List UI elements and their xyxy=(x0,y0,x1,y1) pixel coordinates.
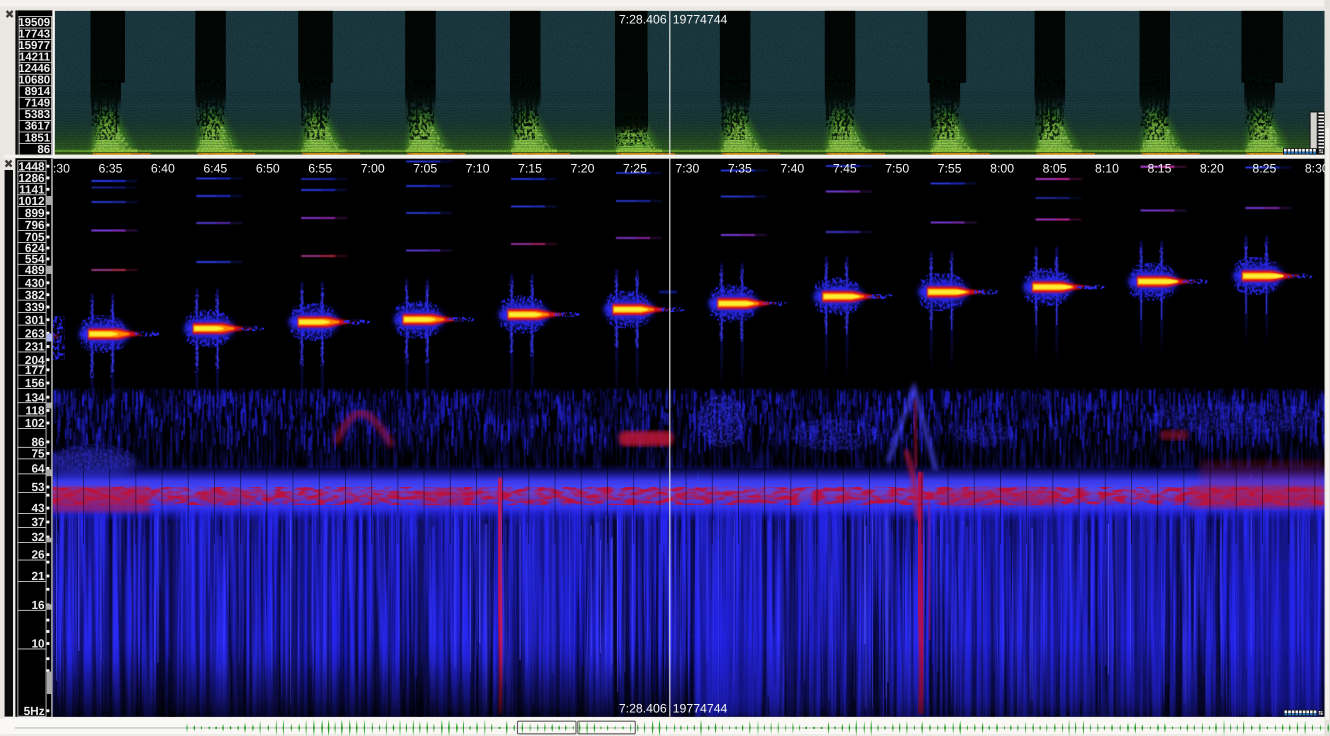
svg-text:301: 301 xyxy=(25,313,45,327)
svg-text:37: 37 xyxy=(31,515,45,529)
svg-text:53: 53 xyxy=(31,480,45,494)
svg-text:7:20: 7:20 xyxy=(571,162,595,176)
svg-text:7:10: 7:10 xyxy=(466,162,490,176)
svg-text:7:55: 7:55 xyxy=(938,162,962,176)
svg-text:6:55: 6:55 xyxy=(308,162,332,176)
svg-text:19774744: 19774744 xyxy=(673,12,728,26)
svg-text:15977: 15977 xyxy=(18,40,50,52)
svg-text:231: 231 xyxy=(25,340,45,354)
svg-text:7:00: 7:00 xyxy=(361,162,385,176)
svg-text:177: 177 xyxy=(25,363,45,377)
svg-text:5Hz: 5Hz xyxy=(24,704,45,718)
svg-text:21: 21 xyxy=(31,569,45,583)
svg-text:14211: 14211 xyxy=(19,51,51,63)
svg-text:6:35: 6:35 xyxy=(99,162,123,176)
svg-text:17743: 17743 xyxy=(18,28,50,40)
svg-text:8914: 8914 xyxy=(25,86,51,98)
svg-text:16: 16 xyxy=(31,598,45,612)
svg-text:156: 156 xyxy=(25,376,45,390)
svg-text:6:45: 6:45 xyxy=(203,162,227,176)
svg-text:64: 64 xyxy=(31,462,45,476)
svg-text:86: 86 xyxy=(37,144,50,156)
svg-text:8:10: 8:10 xyxy=(1095,162,1119,176)
svg-text:8:15: 8:15 xyxy=(1148,162,1172,176)
svg-text:7:28.406: 7:28.406 xyxy=(619,701,667,715)
svg-text:7:45: 7:45 xyxy=(833,162,857,176)
svg-text:7149: 7149 xyxy=(25,98,51,110)
svg-text:7:35: 7:35 xyxy=(728,162,752,176)
svg-text:10: 10 xyxy=(31,637,45,651)
svg-text:8:25: 8:25 xyxy=(1252,162,1276,176)
svg-text:6:50: 6:50 xyxy=(256,162,280,176)
svg-text:7:40: 7:40 xyxy=(780,162,804,176)
svg-text:19774744: 19774744 xyxy=(673,701,728,715)
svg-text:7:50: 7:50 xyxy=(885,162,909,176)
svg-text:7:05: 7:05 xyxy=(413,162,437,176)
svg-text:7:28.406: 7:28.406 xyxy=(619,12,667,26)
svg-text:1851: 1851 xyxy=(25,132,51,144)
svg-text:263: 263 xyxy=(25,326,45,340)
svg-text:102: 102 xyxy=(25,416,45,430)
svg-text:7:15: 7:15 xyxy=(518,162,542,176)
svg-text:75: 75 xyxy=(31,447,45,461)
svg-text:8:05: 8:05 xyxy=(1043,162,1067,176)
svg-text:3617: 3617 xyxy=(25,121,51,133)
svg-text:12446: 12446 xyxy=(18,63,50,75)
svg-text:19509: 19509 xyxy=(18,17,50,29)
svg-text:8:00: 8:00 xyxy=(990,162,1014,176)
svg-text:8:20: 8:20 xyxy=(1200,162,1224,176)
svg-text:26: 26 xyxy=(31,548,45,562)
svg-text:43: 43 xyxy=(31,501,45,515)
svg-text:134: 134 xyxy=(25,390,45,404)
svg-text:5383: 5383 xyxy=(25,109,51,121)
svg-text:6:40: 6:40 xyxy=(151,162,175,176)
svg-text:7:30: 7:30 xyxy=(675,162,699,176)
svg-text:32: 32 xyxy=(31,530,45,544)
svg-text:7:25: 7:25 xyxy=(623,162,647,176)
svg-text:10680: 10680 xyxy=(18,75,50,87)
